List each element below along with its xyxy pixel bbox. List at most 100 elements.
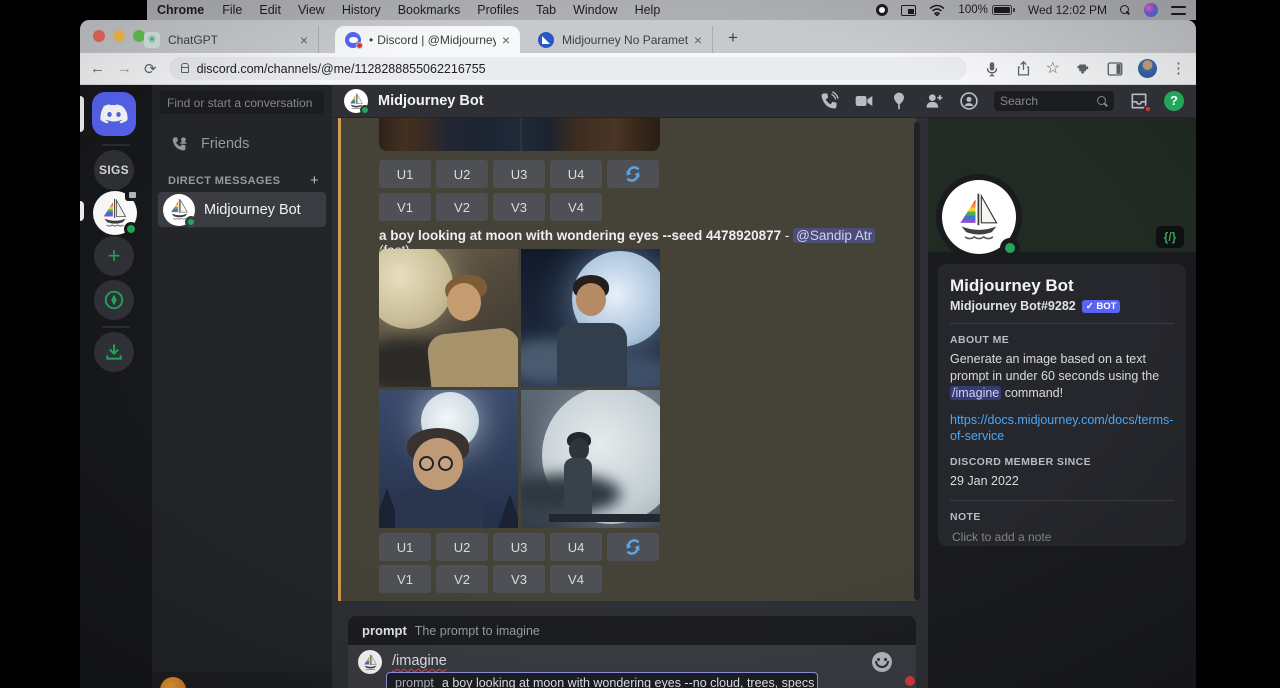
server-sigs[interactable]: SIGS [94,150,134,190]
menu-profiles[interactable]: Profiles [477,3,519,17]
profile-avatar[interactable] [936,174,1022,260]
prompt-option-input[interactable]: prompt a boy looking at moon with wonder… [386,672,818,688]
reroll-button[interactable] [607,160,659,188]
u2-button[interactable]: U2 [436,160,488,188]
menu-history[interactable]: History [342,3,381,17]
tab-chatgpt[interactable]: ChatGPT × [134,26,319,53]
grid-image-2[interactable] [521,249,660,387]
v2-button[interactable]: V2 [436,193,488,221]
previous-grid-image-partial[interactable] [379,118,660,151]
sidebar-item-midjourney-bot[interactable]: Midjourney Bot [158,192,326,227]
add-friends-to-dm-icon[interactable] [924,91,944,111]
download-apps-button[interactable] [94,332,134,372]
voice-call-icon[interactable] [819,91,839,111]
grid-image-1[interactable] [379,249,518,387]
menu-bookmarks[interactable]: Bookmarks [398,3,461,17]
v1-button[interactable]: V1 [379,193,431,221]
v3-button[interactable]: V3 [493,193,545,221]
help-icon[interactable]: ? [1164,91,1184,111]
reload-button[interactable]: ⟳ [144,60,157,78]
control-center-icon[interactable] [1171,5,1186,16]
search-input[interactable]: Search [994,91,1114,111]
variation-row-1: V1 V2 V3 V4 [379,193,602,221]
tab-close-icon[interactable]: × [694,32,702,48]
wifi-icon[interactable] [929,4,945,16]
midjourney-dm-avatar[interactable] [93,191,137,235]
friends-label: Friends [201,136,249,152]
tab-close-icon[interactable]: × [502,32,510,48]
explore-servers-button[interactable] [94,280,134,320]
new-tab-button[interactable]: + [728,28,738,48]
v4-button[interactable]: V4 [550,193,602,221]
tab-close-icon[interactable]: × [300,32,308,48]
forward-button[interactable]: → [117,60,132,77]
siri-icon[interactable] [1144,3,1158,17]
screen-record-icon[interactable] [876,4,888,16]
side-panel-icon[interactable] [1106,60,1124,78]
user-profile-toggle-icon[interactable] [959,91,979,111]
mic-icon[interactable] [983,60,1001,78]
user-mention[interactable]: @Sandip Atr [793,228,875,243]
u1-button[interactable]: U1 [379,160,431,188]
prompt-option-value[interactable]: a boy looking at moon with wondering eye… [442,676,814,688]
emoji-picker-icon[interactable] [872,652,892,672]
create-dm-icon[interactable]: + [310,172,319,189]
grid-image-3[interactable] [379,390,518,528]
menu-help[interactable]: Help [635,3,661,17]
note-input-placeholder[interactable]: Click to add a note [950,528,1174,544]
prompt-option-label: prompt [395,676,434,688]
share-icon[interactable] [1015,60,1032,77]
inbox-button[interactable] [1129,91,1149,111]
u3-button[interactable]: U3 [493,533,545,561]
rail-divider [102,144,130,146]
sidebar-item-friends[interactable]: Friends [160,129,324,159]
u1-button[interactable]: U1 [379,533,431,561]
imagine-command-text[interactable]: /imagine [392,653,447,669]
v3-button[interactable]: V3 [493,565,545,593]
grid-image-4[interactable] [521,390,660,528]
tab-midjourney-docs[interactable]: Midjourney No Parameter × [528,26,713,53]
u2-button[interactable]: U2 [436,533,488,561]
v1-button[interactable]: V1 [379,565,431,593]
menu-view[interactable]: View [298,3,325,17]
menu-window[interactable]: Window [573,3,617,17]
u4-button[interactable]: U4 [550,160,602,188]
url-text[interactable]: discord.com/channels/@me/112828885506221… [197,62,486,76]
extensions-puzzle-icon[interactable] [1074,60,1092,78]
u4-button[interactable]: U4 [550,533,602,561]
tree-shape [498,494,518,528]
generated-image-grid[interactable] [379,249,660,529]
chrome-profile-avatar[interactable] [1138,59,1157,78]
message-composer[interactable]: /imagine prompt a boy looking at moon wi… [348,645,916,688]
dm-selected-pill [80,201,84,221]
screen-mirroring-icon[interactable] [901,5,916,16]
find-conversation-button[interactable]: Find or start a conversation [160,91,324,114]
menubar-clock[interactable]: Wed 12:02 PM [1028,3,1107,17]
discord-home-button[interactable] [92,92,136,136]
v2-button[interactable]: V2 [436,565,488,593]
tab-strip: ChatGPT × • Discord | @Midjourney Bot × … [80,20,1196,53]
bookmark-star-icon[interactable]: ☆ [1046,61,1060,77]
video-call-icon[interactable] [854,91,874,111]
pinned-messages-icon[interactable] [889,91,909,111]
chat-scrollbar[interactable] [914,122,920,600]
chrome-menu-icon[interactable]: ⋮ [1171,61,1186,76]
tab-discord[interactable]: • Discord | @Midjourney Bot × [335,26,520,53]
menu-tab[interactable]: Tab [536,3,556,17]
imagine-command-pill[interactable]: /imagine [950,386,1001,400]
reroll-button[interactable] [607,533,659,561]
menu-edit[interactable]: Edit [259,3,281,17]
terms-of-service-link[interactable]: https://docs.midjourney.com/docs/terms-o… [950,412,1174,445]
back-button[interactable]: ← [90,60,105,77]
v4-button[interactable]: V4 [550,565,602,593]
close-window-button[interactable] [93,30,105,42]
menubar-app-name[interactable]: Chrome [157,3,204,17]
address-bar[interactable]: discord.com/channels/@me/112828885506221… [169,57,967,80]
minimize-window-button[interactable] [113,30,125,42]
menu-file[interactable]: File [222,3,242,17]
dm-name-label: Midjourney Bot [204,202,301,218]
add-server-button[interactable]: + [94,236,134,276]
current-user-avatar[interactable] [160,677,186,688]
u3-button[interactable]: U3 [493,160,545,188]
spotlight-icon[interactable] [1120,5,1131,16]
